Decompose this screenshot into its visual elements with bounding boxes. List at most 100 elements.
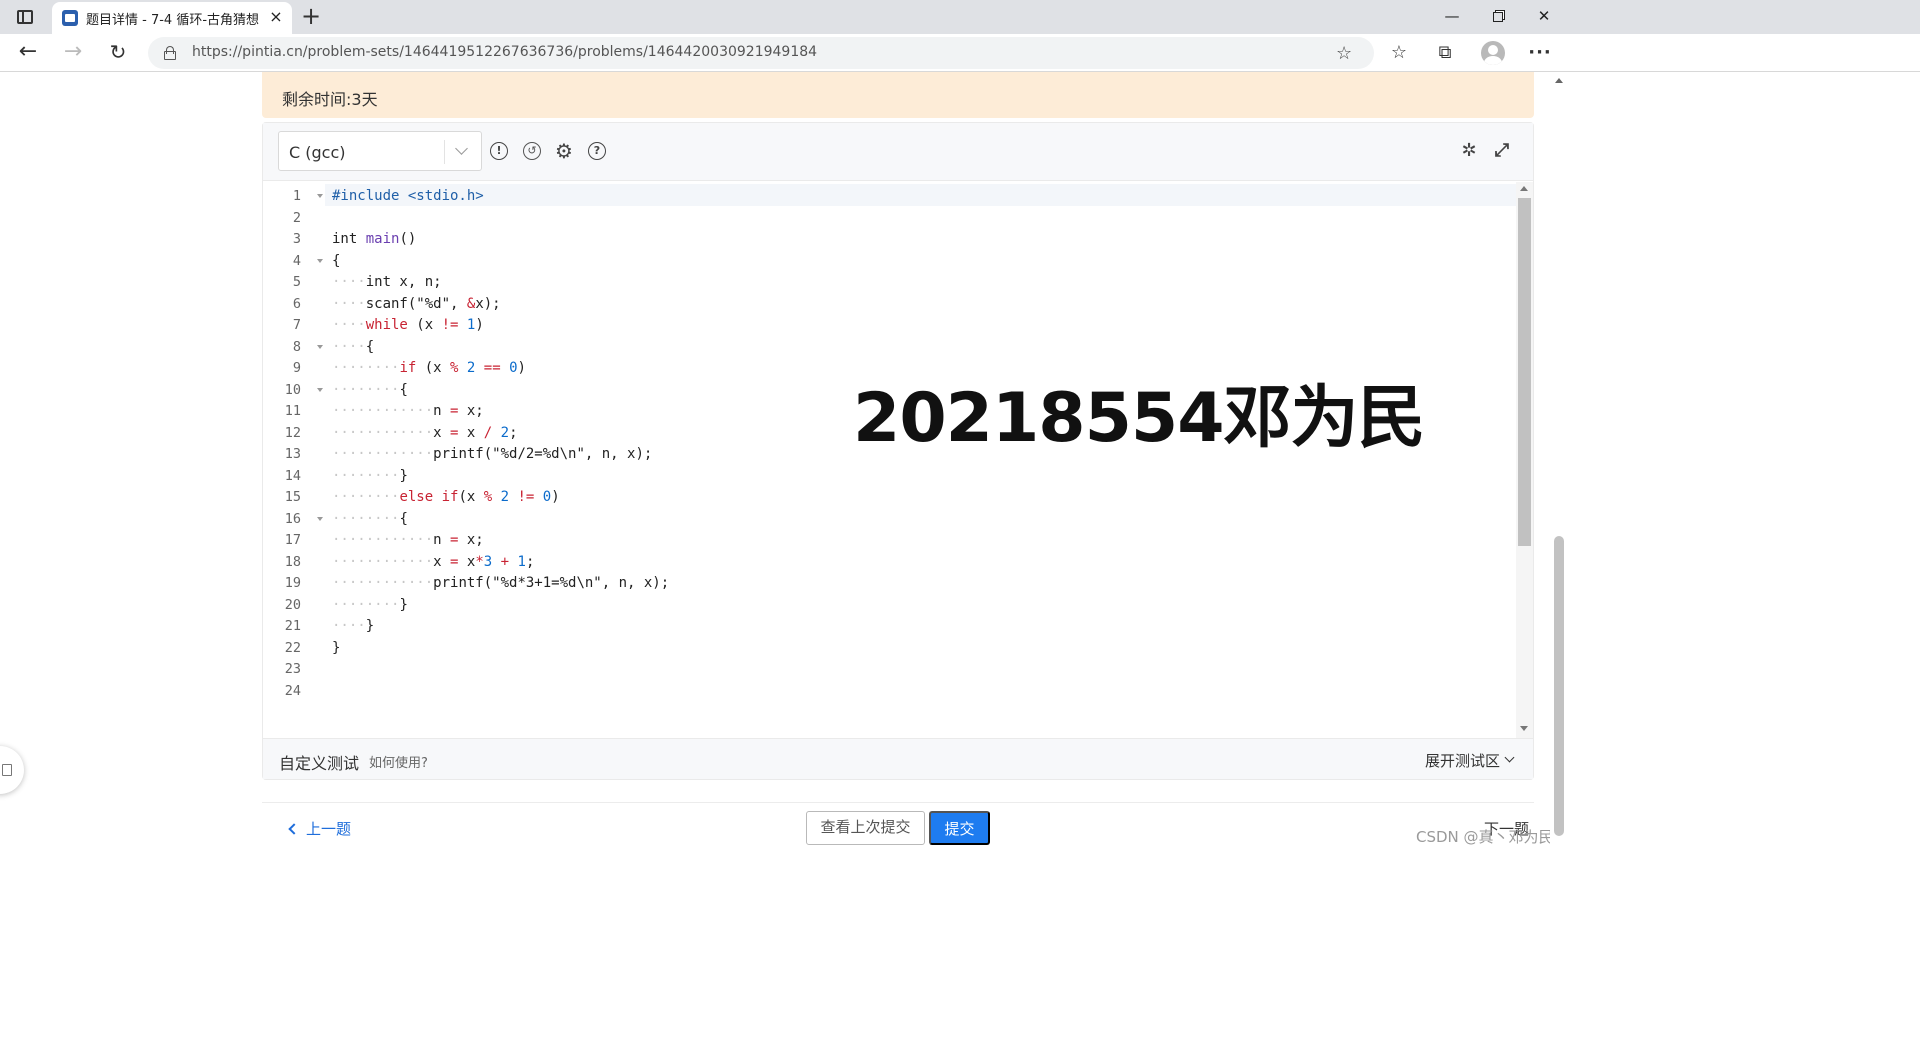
forward-icon[interactable]: → [59,39,87,67]
more-icon[interactable]: ··· [1527,40,1553,66]
window-minimize-button[interactable]: — [1428,0,1476,34]
code-area[interactable]: 1 2 3 4 5 6 7 8 9 10 11 12 13 14 15 16 17 18 19 20 21 22 23 24 … [263,182,1533,738]
favorites-icon[interactable]: ☆ [1386,40,1412,66]
code-line[interactable]: ············printf("%d*3+1=%d\n", n, x); [332,574,669,592]
tab-actions-icon[interactable] [14,6,36,28]
select-divider [444,140,445,164]
language-select[interactable]: C (gcc) [278,131,482,171]
line-number: 6 [292,295,301,312]
url-text[interactable]: https://pintia.cn/problem-sets/146441951… [192,44,817,60]
back-icon[interactable]: ← [14,39,42,67]
history-icon[interactable]: ↺ [523,142,541,160]
code-line[interactable]: ····{ [332,338,374,356]
fold-toggle-icon[interactable] [317,194,323,198]
lock-icon[interactable] [164,46,176,60]
fold-toggle-icon[interactable] [317,516,323,521]
window-close-button[interactable]: ✕ [1520,0,1568,34]
side-float-button[interactable] [0,746,24,794]
submit-button[interactable]: 提交 [929,811,990,845]
code-line[interactable]: ········if (x % 2 == 0) [332,359,526,377]
line-number: 19 [284,575,301,591]
line-number: 13 [284,446,301,462]
code-line[interactable]: ············n = x; [332,402,484,420]
code-line[interactable]: ············x = x / 2; [332,424,518,442]
tab-title: 题目详情 - 7-4 循环-古角猜想 (2 [86,13,260,28]
line-number: 20 [284,596,301,613]
browser-toolbar: ← → ↻ https://pintia.cn/problem-sets/146… [0,34,1920,72]
code-line[interactable]: } [332,639,340,657]
settings-icon[interactable]: ⚙ [555,141,573,161]
code-line[interactable]: ············printf("%d/2=%d\n", n, x); [332,445,652,463]
line-number: 7 [292,317,301,333]
scrollbar-thumb[interactable] [1518,198,1531,546]
custom-test-title: 自定义测试 [279,754,360,773]
add-favorite-icon[interactable]: ☆ [1336,43,1352,64]
code-editor-card: C (gcc) ! ↺ ⚙ ? ✲ ⤢ 1 2 3 4 5 6 7 8 9 10 11 12 13 14 1… [262,122,1534,780]
restore-icon [1493,11,1503,22]
custom-test-help-link[interactable]: 如何使用? [369,752,428,771]
line-number: 24 [284,682,301,699]
line-number: 8 [292,338,301,355]
fold-toggle-icon[interactable] [317,258,323,263]
code-line[interactable]: ········} [332,596,408,614]
code-line[interactable]: ········{ [332,510,408,528]
address-bar[interactable]: https://pintia.cn/problem-sets/146441951… [148,37,1374,69]
line-number: 3 [292,231,301,247]
editor-toolbar: C (gcc) ! ↺ ⚙ ? ✲ ⤢ [263,123,1533,181]
fold-toggle-icon[interactable] [317,344,323,349]
code-line[interactable]: ····} [332,617,374,635]
new-tab-button[interactable]: + [298,4,324,30]
pta-favicon-icon [62,10,78,26]
divider [262,802,1534,803]
remaining-time-notice: 剩余时间:3天 [262,72,1534,118]
line-number: 2 [292,209,301,226]
custom-test-bar: 自定义测试 如何使用? 展开测试区 [263,738,1533,779]
debug-icon[interactable]: ✲ [1460,142,1478,160]
collections-icon[interactable]: ⧉ [1432,40,1458,66]
code-line[interactable]: ········{ [332,381,408,399]
scroll-up-icon[interactable] [1555,78,1563,83]
code-line[interactable]: ············x = x*3 + 1; [332,553,534,571]
line-number: 4 [292,252,301,269]
line-number: 21 [284,618,301,634]
scrollbar-thumb[interactable] [1554,536,1564,836]
line-number: 23 [284,661,301,677]
code-line[interactable]: ····scanf("%d", &x); [332,295,501,313]
fullscreen-icon[interactable]: ⤢ [1493,142,1511,160]
window-restore-button[interactable] [1474,0,1522,34]
chevron-down-icon[interactable] [455,142,468,155]
help-icon[interactable]: ? [588,142,606,160]
profile-avatar[interactable] [1481,41,1505,65]
line-number: 1 [292,188,301,204]
chevron-down-icon[interactable] [1504,752,1515,763]
code-line[interactable]: #include <stdio.h> [332,187,484,205]
page-scrollbar[interactable] [1550,72,1568,1042]
code-line[interactable]: ············n = x; [332,531,484,549]
prev-problem-label: 上一题 [306,820,352,838]
code-line[interactable]: int main() [332,230,416,248]
browser-tab-bar: 题目详情 - 7-4 循环-古角猜想 (2 × + — ✕ [0,0,1920,34]
line-number: 18 [284,553,301,570]
scroll-down-icon[interactable] [1520,726,1528,731]
code-scrollbar[interactable] [1516,182,1533,738]
fold-toggle-icon[interactable] [317,387,323,392]
line-number: 10 [284,381,301,398]
tab-close-icon[interactable]: × [266,7,286,27]
browser-tab[interactable]: 题目详情 - 7-4 循环-古角猜想 (2 × [52,2,292,34]
scroll-up-icon[interactable] [1520,186,1528,191]
code-line[interactable]: ····int x, n; [332,273,442,291]
info-icon[interactable]: ! [490,142,508,160]
code-line[interactable]: ········else if(x % 2 != 0) [332,488,560,506]
prev-problem-link[interactable]: 上一题 [288,818,352,839]
code-line[interactable]: ····while (x != 1) [332,316,484,334]
language-value: C (gcc) [289,143,346,162]
sidebar-toggle-icon [2,764,12,776]
line-number: 5 [292,274,301,290]
view-last-submission-button[interactable]: 查看上次提交 [806,811,925,845]
code-line[interactable]: ········} [332,467,408,485]
overlay-student-id: 20218554邓为民 [853,379,1426,458]
reload-icon[interactable]: ↻ [104,39,132,67]
code-line[interactable]: { [332,252,340,270]
expand-test-area-button[interactable]: 展开测试区 [1425,750,1500,771]
line-number: 22 [284,639,301,656]
